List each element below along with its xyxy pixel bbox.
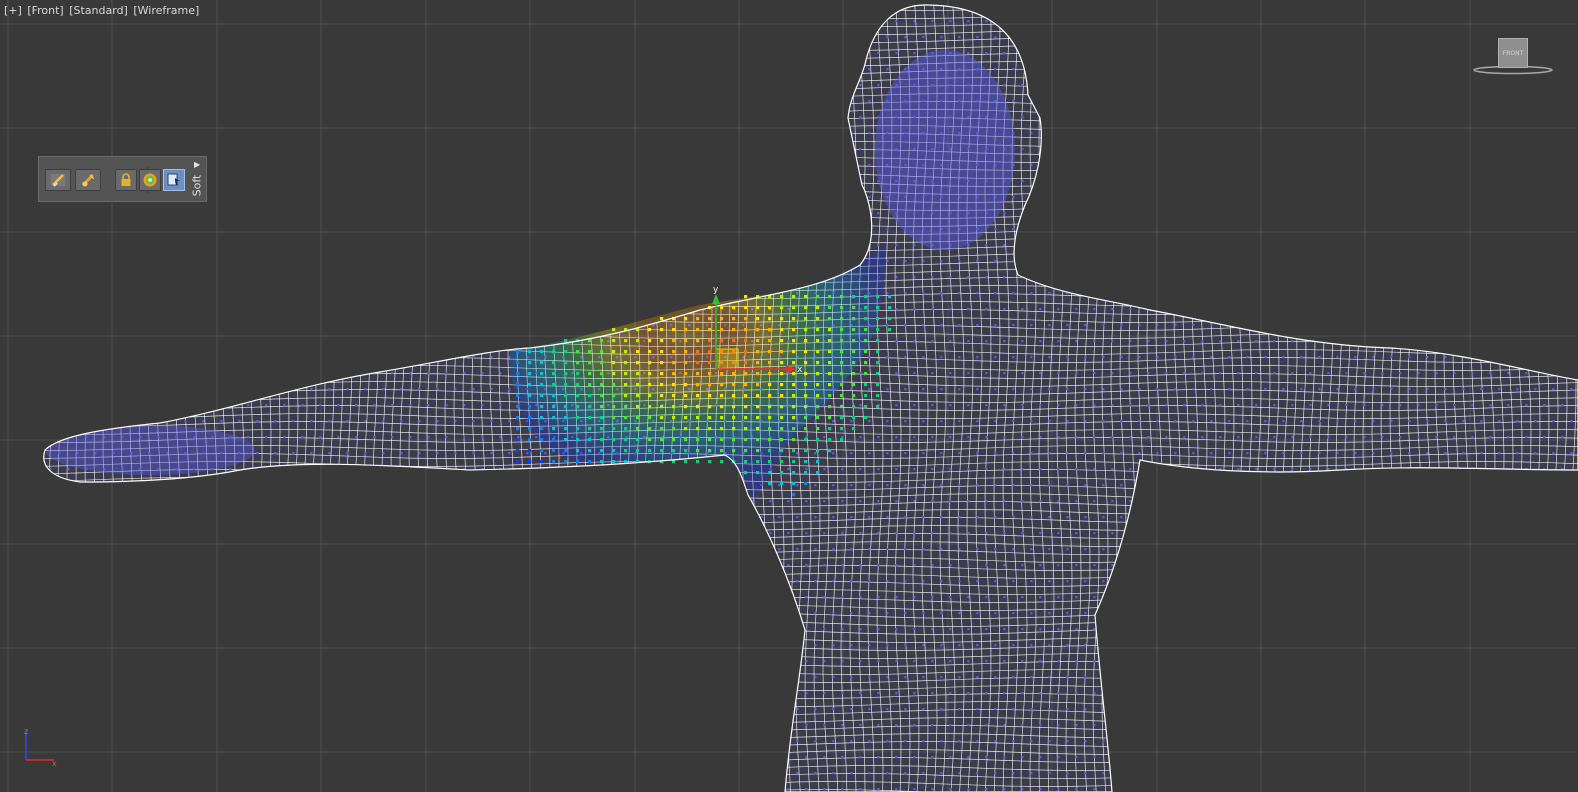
move-gizmo[interactable]: x y [712,285,803,375]
transform-overlay: x y [712,285,803,375]
edge-distance-button[interactable] [139,169,161,191]
tripod-x-label: x [52,759,57,768]
gizmo-y-arrow[interactable] [712,294,720,304]
viewport-front[interactable]: x y [+] [Front] [Standard] [Wireframe] ▶… [0,0,1578,792]
gizmo-xy-plane[interactable] [715,348,739,370]
soft-selection-toolbar: ▶ Soft [38,156,207,202]
blur-soft-selection-button[interactable] [75,169,101,191]
soft-toolbar-expander[interactable]: ▶ Soft [189,159,205,199]
gizmo-x-label: x [797,365,803,375]
viewport-point-of-view-menu[interactable]: [Front] [27,4,63,17]
soft-toolbar-label: Soft [190,174,204,197]
affect-backfacing-button[interactable] [163,169,185,191]
paint-soft-selection-button[interactable] [45,169,71,191]
gizmo-y-label: y [713,285,719,295]
viewcube[interactable]: FRONT [1472,36,1554,78]
target-icon [143,173,157,187]
viewport-display-mode-menu[interactable]: [Wireframe] [133,4,199,17]
lock-icon [121,173,131,186]
brush-icon [51,174,65,187]
gizmo-x-arrow[interactable] [786,365,796,373]
viewport-label-menu: [+] [Front] [Standard] [Wireframe] [4,4,201,17]
viewport-shading-standard-menu[interactable]: [Standard] [69,4,128,17]
blur-brush-icon [81,173,95,187]
backface-icon [167,173,180,186]
lock-soft-selection-button[interactable] [115,169,137,191]
viewcube-front-face[interactable]: FRONT [1498,38,1528,68]
viewport-general-menu[interactable]: [+] [4,4,22,17]
tripod-z-label: z [24,727,28,736]
axis-tripod: z x [24,727,57,768]
expand-arrow-icon: ▶ [194,160,201,169]
